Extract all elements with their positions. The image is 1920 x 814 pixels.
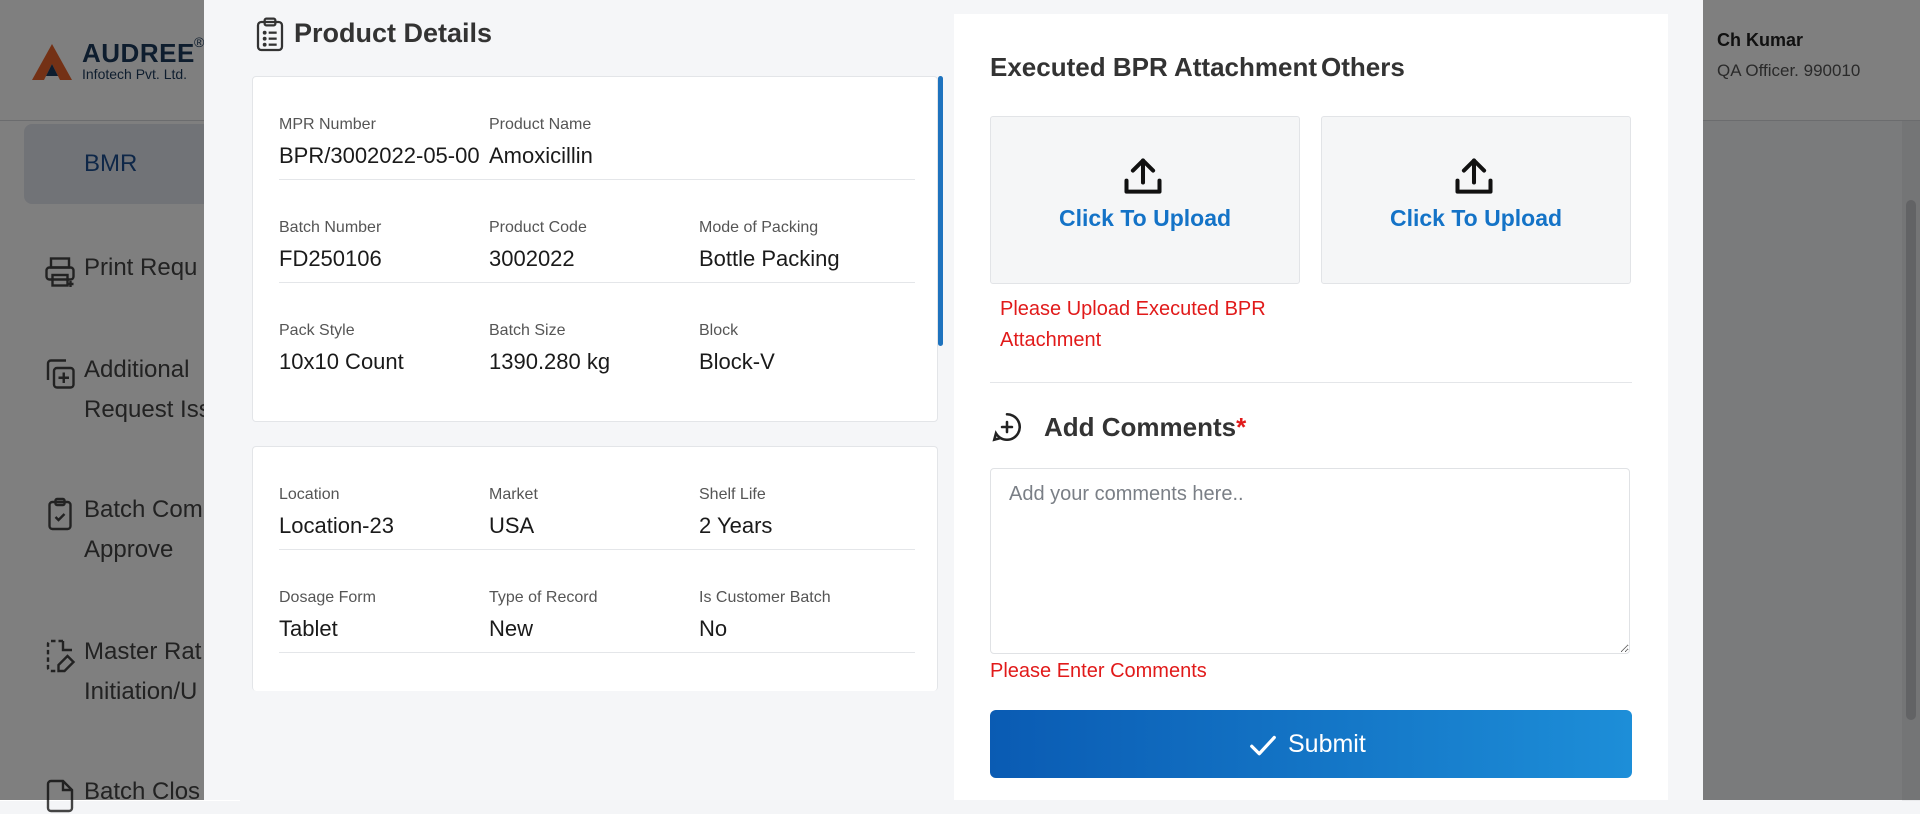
attachment-comment-panel: Executed BPR Attachment Others Click To … — [954, 14, 1668, 800]
submit-label: Submit — [1288, 730, 1366, 758]
upload-icon — [1455, 158, 1493, 194]
field-value: Block-V — [699, 349, 775, 374]
section-title: Product Details — [294, 18, 493, 48]
comments-textarea[interactable] — [990, 468, 1630, 654]
others-upload-button[interactable]: Click To Upload — [1321, 116, 1631, 284]
field-label: Type of Record — [489, 589, 598, 606]
message-plus-icon — [992, 412, 1021, 442]
upload-label: Click To Upload — [1058, 205, 1232, 231]
field-label: Mode of Packing — [699, 219, 819, 236]
details-row: Dosage Form Tablet Type of Record New Is… — [279, 550, 915, 653]
field-batch-number: Batch Number FD250106 — [279, 218, 489, 274]
field-mpr-number: MPR Number BPR/3002022-05-00 — [279, 115, 489, 171]
check-icon — [1250, 735, 1276, 756]
field-mode-of-packing: Mode of Packing Bottle Packing — [699, 218, 909, 274]
upload-label: Click To Upload — [1389, 205, 1563, 231]
field-value: BPR/3002022-05-00 — [279, 143, 480, 168]
field-value: Amoxicillin — [489, 143, 593, 168]
section-divider — [990, 382, 1632, 383]
field-market: Market USA — [489, 485, 699, 541]
product-details-card-secondary: Location Location-23 Market USA Shelf Li… — [252, 446, 938, 691]
field-value: 1390.280 kg — [489, 349, 611, 374]
field-label: Shelf Life — [699, 486, 766, 503]
field-is-customer-batch: Is Customer Batch No — [699, 588, 909, 644]
field-pack-style: Pack Style 10x10 Count — [279, 321, 489, 377]
error-line: Attachment — [1000, 329, 1102, 351]
field-label: Market — [489, 486, 538, 503]
executed-bpr-error: Please Upload Executed BPR Attachment — [1000, 294, 1266, 356]
executed-bpr-title: Executed BPR Attachment — [990, 52, 1317, 82]
field-value: New — [489, 616, 534, 641]
field-value: USA — [489, 513, 535, 538]
field-label: Is Customer Batch — [699, 589, 831, 606]
field-dosage-form: Dosage Form Tablet — [279, 588, 489, 644]
field-product-name: Product Name Amoxicillin — [489, 115, 699, 171]
submit-button[interactable]: Submit — [990, 710, 1632, 778]
add-comments-title: Add Comments — [1044, 412, 1237, 442]
product-details-scrollbar[interactable] — [938, 76, 943, 346]
others-title: Others — [1321, 52, 1405, 82]
field-label: Dosage Form — [279, 589, 376, 606]
field-label: Location — [279, 486, 340, 503]
product-details-card-primary: MPR Number BPR/3002022-05-00 Product Nam… — [252, 76, 938, 422]
field-value: 2 Years — [699, 513, 773, 538]
field-product-code: Product Code 3002022 — [489, 218, 699, 274]
field-value: No — [699, 616, 728, 641]
field-label: Pack Style — [279, 322, 355, 339]
details-row: Location Location-23 Market USA Shelf Li… — [279, 447, 915, 550]
field-location: Location Location-23 — [279, 485, 489, 541]
field-label: Batch Size — [489, 322, 566, 339]
field-value: FD250106 — [279, 246, 382, 271]
field-value: 3002022 — [489, 246, 575, 271]
field-value: Bottle Packing — [699, 246, 840, 271]
executed-bpr-modal: Product Details MPR Number BPR/3002022-0… — [204, 0, 1703, 800]
field-label: MPR Number — [279, 116, 376, 133]
details-row: Pack Style 10x10 Count Batch Size 1390.2… — [279, 283, 915, 385]
field-value: 10x10 Count — [279, 349, 404, 374]
field-batch-size: Batch Size 1390.280 kg — [489, 321, 699, 377]
field-shelf-life: Shelf Life 2 Years — [699, 485, 909, 541]
required-marker: * — [1236, 412, 1247, 442]
field-value: Location-23 — [279, 513, 394, 538]
field-label: Product Name — [489, 116, 592, 133]
field-label: Block — [699, 322, 739, 339]
add-comments-title-wrap: Add Comments* — [1044, 412, 1246, 443]
field-block: Block Block-V — [699, 321, 909, 377]
upload-icon — [1124, 158, 1162, 194]
executed-bpr-upload-button[interactable]: Click To Upload — [990, 116, 1300, 284]
details-row: Batch Number FD250106 Product Code 30020… — [279, 180, 915, 283]
field-type-of-record: Type of Record New — [489, 588, 699, 644]
field-value: Tablet — [279, 616, 338, 641]
details-row: MPR Number BPR/3002022-05-00 Product Nam… — [279, 77, 915, 180]
comments-error: Please Enter Comments — [990, 660, 1207, 682]
clipboard-list-icon — [256, 17, 284, 52]
field-label: Batch Number — [279, 219, 382, 236]
error-line: Please Upload Executed BPR — [1000, 298, 1266, 320]
field-label: Product Code — [489, 219, 587, 236]
